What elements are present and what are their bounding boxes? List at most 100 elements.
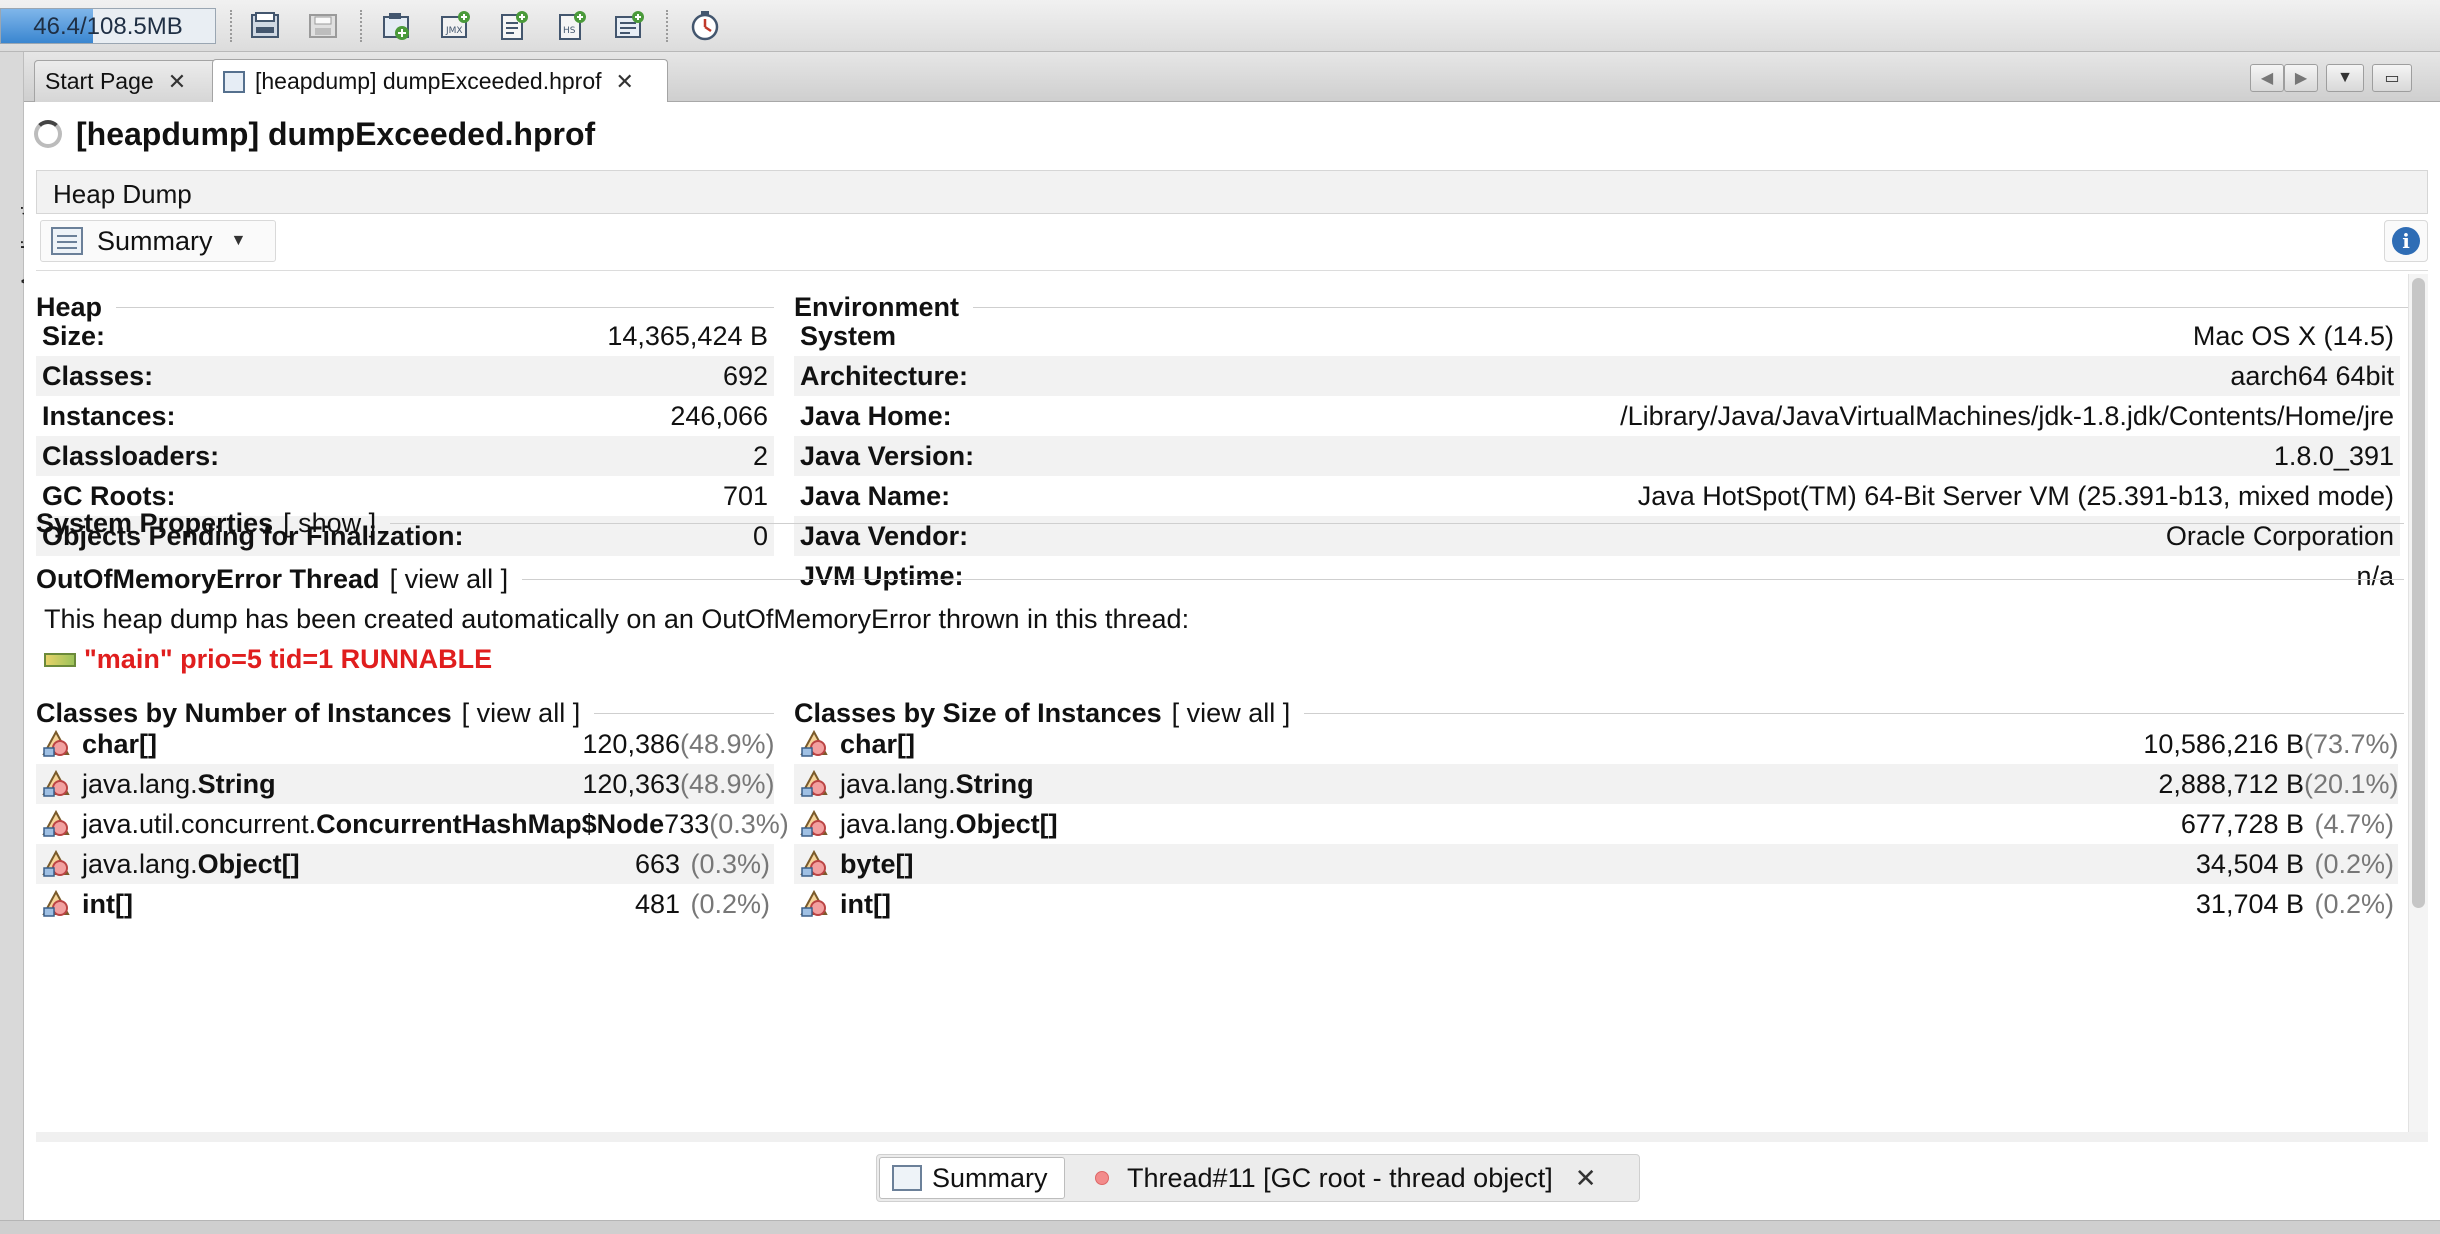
class-row[interactable]: int[] 481 (0.2%) bbox=[36, 884, 774, 924]
class-icon bbox=[798, 808, 830, 840]
close-icon[interactable]: ✕ bbox=[616, 69, 634, 95]
tab-thread-label: Thread#11 [GC root - thread object] bbox=[1127, 1162, 1553, 1193]
heap-row: Size: 14,365,424 B bbox=[36, 316, 774, 356]
add-snapshot-icon[interactable] bbox=[610, 7, 648, 45]
environment-row-key: Architecture: bbox=[800, 360, 969, 391]
class-value: 663 bbox=[634, 848, 680, 879]
environment-row-value: Java HotSpot(TM) 64-Bit Server VM (25.39… bbox=[1637, 480, 2394, 511]
system-properties-title: System Properties bbox=[36, 508, 274, 538]
oom-thread-link[interactable]: "main" prio=5 tid=1 RUNNABLE bbox=[44, 644, 492, 675]
class-name[interactable]: int[] bbox=[82, 889, 635, 920]
system-properties-show-link[interactable]: [ show ] bbox=[283, 508, 376, 539]
class-simple-name: int[] bbox=[840, 888, 891, 919]
view-selector-dropdown[interactable]: Summary ▼ bbox=[40, 220, 276, 262]
class-icon bbox=[798, 888, 830, 920]
class-row[interactable]: java.lang.String 120,363 (48.9%) bbox=[36, 764, 775, 804]
vertical-scrollbar[interactable] bbox=[2408, 274, 2428, 1132]
oom-thread-title: OutOfMemoryError Thread bbox=[36, 564, 380, 594]
class-icon bbox=[40, 768, 72, 800]
memory-usage-meter[interactable]: 46.4/108.5MB bbox=[0, 8, 216, 44]
document-title-text: [heapdump] dumpExceeded.hprof bbox=[76, 115, 596, 152]
save-icon[interactable] bbox=[304, 7, 342, 45]
environment-row: Java Home: /Library/Java/JavaVirtualMachi… bbox=[794, 396, 2400, 436]
class-row[interactable]: char[] 10,586,216 B (73.7%) bbox=[794, 724, 2399, 764]
scroll-tabs-left-icon[interactable]: ◀ bbox=[2250, 64, 2284, 92]
class-percent: (73.7%) bbox=[2304, 728, 2399, 759]
class-simple-name: String bbox=[955, 768, 1034, 799]
add-jmx-connection-icon[interactable] bbox=[378, 7, 416, 45]
profiler-icon[interactable] bbox=[686, 7, 724, 45]
add-remote-host-icon[interactable]: HS bbox=[552, 7, 590, 45]
class-name[interactable]: int[] bbox=[840, 889, 2196, 920]
class-percent: (0.2%) bbox=[2314, 888, 2394, 919]
class-row[interactable]: int[] 31,704 B (0.2%) bbox=[794, 884, 2398, 924]
maximize-window-icon[interactable]: ▭ bbox=[2372, 64, 2412, 92]
environment-row-key: Java Version: bbox=[800, 440, 975, 471]
class-name[interactable]: byte[] bbox=[840, 849, 2196, 880]
class-value: 34,504 B bbox=[2195, 848, 2304, 879]
close-icon[interactable]: ✕ bbox=[1575, 1163, 1597, 1194]
svg-text:JMX: JMX bbox=[445, 26, 463, 36]
add-jmx-icon[interactable]: JMX bbox=[436, 7, 474, 45]
environment-row: Architecture: aarch64 64bit bbox=[794, 356, 2400, 396]
add-core-dump-icon[interactable] bbox=[494, 7, 532, 45]
tab-summary-label: Summary bbox=[932, 1162, 1048, 1193]
class-value: 120,386 bbox=[582, 728, 680, 759]
loading-spinner-icon bbox=[34, 120, 62, 148]
tab-start-page[interactable]: Start Page ✕ bbox=[34, 60, 220, 102]
heap-row-value: 246,066 bbox=[670, 400, 768, 431]
class-simple-name: char[] bbox=[840, 728, 916, 759]
applications-side-panel[interactable]: Applications bbox=[0, 52, 42, 1222]
system-properties-section-title: System Properties [ show ] bbox=[36, 508, 2404, 539]
bottom-view-tabs: Summary Thread#11 [GC root - thread obje… bbox=[876, 1154, 1640, 1202]
horizontal-scrollbar[interactable] bbox=[36, 1132, 2428, 1142]
environment-row-value: 1.8.0_391 bbox=[2273, 440, 2394, 471]
oom-thread-view-all-link[interactable]: [ view all ] bbox=[390, 564, 509, 595]
class-row[interactable]: java.util.concurrent.ConcurrentHashMap$N… bbox=[36, 804, 789, 844]
tab-summary[interactable]: Summary bbox=[879, 1157, 1065, 1199]
tab-thread-11[interactable]: Thread#11 [GC root - thread object] ✕ bbox=[1095, 1157, 1597, 1199]
section-rule bbox=[116, 307, 774, 308]
summary-view-icon bbox=[51, 227, 83, 255]
class-value: 120,363 bbox=[582, 768, 680, 799]
heapdump-document: [heapdump] dumpExceeded.hprof Heap Dump … bbox=[24, 102, 2440, 1220]
scroll-tabs-right-icon[interactable]: ▶ bbox=[2284, 64, 2318, 92]
class-percent: (0.2%) bbox=[690, 888, 770, 919]
class-row[interactable]: java.lang.Object[] 663 (0.3%) bbox=[36, 844, 774, 884]
heap-row-key: Classes: bbox=[42, 360, 154, 391]
tab-list-dropdown-icon[interactable]: ▼ bbox=[2326, 64, 2364, 92]
class-simple-name: byte[] bbox=[840, 848, 914, 879]
document-title: [heapdump] dumpExceeded.hprof bbox=[34, 112, 595, 156]
class-name[interactable]: java.lang.Object[] bbox=[840, 809, 2181, 840]
editor-tab-bar: Start Page ✕ [heapdump] dumpExceeded.hpr… bbox=[24, 52, 2440, 103]
class-package: java.lang. bbox=[82, 848, 198, 879]
heap-row-key: Classloaders: bbox=[42, 440, 220, 471]
heap-row-value: 692 bbox=[722, 360, 768, 391]
heap-row-value: 14,365,424 B bbox=[607, 320, 768, 351]
class-row[interactable]: byte[] 34,504 B (0.2%) bbox=[794, 844, 2398, 884]
tab-heapdump[interactable]: [heapdump] dumpExceeded.hprof ✕ bbox=[212, 59, 668, 103]
open-file-icon[interactable] bbox=[246, 7, 284, 45]
info-button[interactable]: i bbox=[2384, 220, 2428, 262]
environment-row-value: Mac OS X (14.5) bbox=[2192, 320, 2394, 351]
class-name[interactable]: java.lang.String bbox=[82, 769, 582, 800]
oom-thread-label: "main" prio=5 tid=1 RUNNABLE bbox=[84, 644, 493, 674]
toolbar-separator bbox=[230, 10, 232, 42]
class-row[interactable]: java.lang.String 2,888,712 B (20.1%) bbox=[794, 764, 2399, 804]
class-simple-name: char[] bbox=[82, 728, 158, 759]
class-row[interactable]: java.lang.Object[] 677,728 B (4.7%) bbox=[794, 804, 2398, 844]
class-name[interactable]: char[] bbox=[840, 729, 2143, 760]
class-icon bbox=[40, 728, 72, 760]
close-icon[interactable]: ✕ bbox=[168, 69, 186, 95]
scrollbar-thumb[interactable] bbox=[2412, 278, 2425, 908]
main-toolbar: 46.4/108.5MB JMX HS bbox=[0, 0, 2440, 52]
heap-row-value: 701 bbox=[722, 480, 768, 511]
class-value: 481 bbox=[634, 888, 680, 919]
class-row[interactable]: char[] 120,386 (48.9%) bbox=[36, 724, 775, 764]
class-name[interactable]: java.lang.String bbox=[840, 769, 2158, 800]
divider bbox=[36, 270, 2428, 271]
class-name[interactable]: java.util.concurrent.ConcurrentHashMap$N… bbox=[82, 809, 664, 840]
class-package: java.lang. bbox=[840, 768, 956, 799]
class-name[interactable]: char[] bbox=[82, 729, 582, 760]
class-name[interactable]: java.lang.Object[] bbox=[82, 849, 635, 880]
